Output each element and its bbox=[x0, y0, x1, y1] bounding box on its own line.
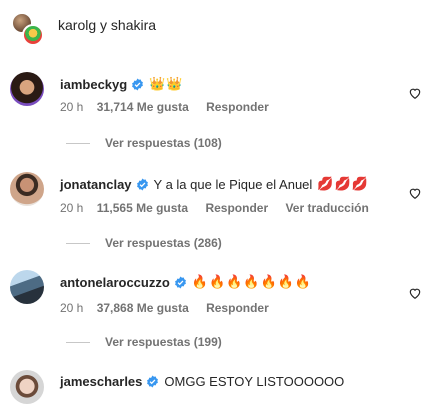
view-replies-button[interactable]: Ver respuestas (199) bbox=[66, 335, 222, 349]
view-replies-button[interactable]: Ver respuestas (286) bbox=[66, 236, 222, 250]
comment-meta: 20 h 31,714 Me gusta Responder bbox=[60, 100, 283, 114]
comment-time: 20 h bbox=[60, 301, 84, 315]
comment-username[interactable]: jonatanclay bbox=[60, 177, 132, 192]
comment-line: iambeckyg 👑👑 bbox=[60, 76, 184, 92]
reply-button[interactable]: Responder bbox=[206, 100, 269, 114]
comment-line: jamescharles OMGG ESTOY LISTOOOOOO bbox=[60, 374, 344, 389]
likes-count[interactable]: 37,868 Me gusta bbox=[97, 301, 189, 315]
comment-time: 20 h bbox=[60, 201, 84, 215]
avatar[interactable] bbox=[10, 270, 44, 304]
heart-outline-icon[interactable] bbox=[408, 186, 422, 200]
comment-username[interactable]: antonelaroccuzzo bbox=[60, 275, 170, 290]
replies-divider bbox=[66, 341, 90, 343]
likes-count[interactable]: 31,714 Me gusta bbox=[97, 100, 189, 114]
heart-outline-icon[interactable] bbox=[408, 286, 422, 300]
avatar[interactable] bbox=[10, 172, 44, 206]
verified-badge-icon bbox=[174, 276, 186, 288]
reply-button[interactable]: Responder bbox=[206, 301, 269, 315]
comment-emoji: 🔥🔥🔥🔥🔥🔥🔥 bbox=[191, 274, 313, 289]
comment-line: jonatanclay Y a la que le Pique el Anuel… bbox=[60, 176, 369, 192]
comment-text: Y a la que le Pique el Anuel bbox=[153, 176, 313, 192]
comment-meta: 20 h 37,868 Me gusta Responder bbox=[60, 301, 283, 315]
verified-badge-icon bbox=[147, 375, 159, 388]
comment-time: 20 h bbox=[60, 100, 84, 114]
see-translation-button[interactable]: Ver traducción bbox=[285, 201, 368, 215]
verified-badge-icon bbox=[132, 78, 144, 90]
comment-text: OMGG ESTOY LISTOOOOOO bbox=[164, 374, 345, 389]
avatar[interactable] bbox=[10, 72, 44, 106]
comment-username[interactable]: iambeckyg bbox=[60, 77, 127, 92]
reply-button[interactable]: Responder bbox=[205, 201, 268, 215]
verified-badge-icon bbox=[136, 178, 148, 190]
view-replies-label: Ver respuestas (199) bbox=[105, 335, 222, 349]
header-avatars[interactable] bbox=[8, 10, 44, 46]
view-replies-label: Ver respuestas (108) bbox=[105, 136, 222, 150]
replies-divider bbox=[66, 242, 90, 244]
comment-emoji: 👑👑 bbox=[149, 76, 184, 91]
replies-divider bbox=[66, 142, 90, 144]
post-author-title[interactable]: karolg y shakira bbox=[58, 17, 156, 33]
likes-count[interactable]: 11,565 Me gusta bbox=[97, 201, 188, 215]
post-header: karolg y shakira bbox=[0, 0, 430, 50]
avatar[interactable] bbox=[10, 370, 44, 404]
view-replies-button[interactable]: Ver respuestas (108) bbox=[66, 136, 222, 150]
comment-line: antonelaroccuzzo 🔥🔥🔥🔥🔥🔥🔥 bbox=[60, 274, 312, 290]
comment-emoji: 💋💋💋 bbox=[317, 176, 369, 191]
avatar-shakira bbox=[22, 24, 44, 46]
comment-username[interactable]: jamescharles bbox=[60, 374, 142, 389]
heart-outline-icon[interactable] bbox=[408, 86, 422, 100]
view-replies-label: Ver respuestas (286) bbox=[105, 236, 222, 250]
comment-meta: 20 h 11,565 Me gusta Responder Ver tradu… bbox=[60, 201, 383, 215]
